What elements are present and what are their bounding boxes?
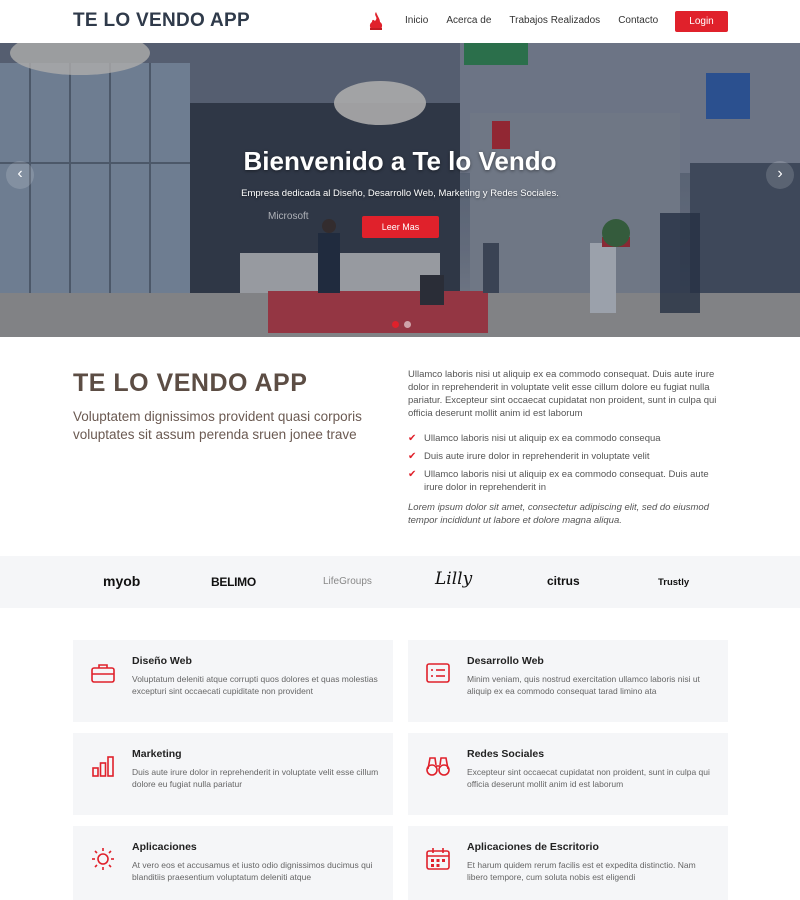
- about-paragraph: Ullamco laboris nisi ut aliquip ex ea co…: [408, 369, 717, 419]
- service-text: Voluptatum deleniti atque corrupti quos …: [132, 674, 378, 696]
- list-item: ✔ Ullamco laboris nisi ut aliquip ex ea c…: [408, 469, 709, 493]
- nav-item-trabajos[interactable]: Trabajos Realizados: [509, 15, 600, 26]
- service-text: Minim veniam, quis nostrud exercitation …: [467, 674, 700, 696]
- client-logo-myob: myob: [103, 573, 141, 589]
- service-text: At vero eos et accusamus et iusto odio d…: [132, 860, 373, 882]
- service-card-aplicaciones[interactable]: Aplicaciones At vero eos et accusamus et…: [73, 826, 393, 900]
- service-title: Aplicaciones: [132, 841, 197, 853]
- bar-chart-icon: [92, 756, 114, 777]
- site-header: TE LO VENDO APP Inicio Acerca de Trabajo…: [0, 0, 800, 43]
- nav-item-acerca[interactable]: Acerca de: [446, 15, 491, 26]
- briefcase-icon: [91, 664, 115, 683]
- service-card-marketing[interactable]: Marketing Duis aute irure dolor in repre…: [73, 733, 393, 815]
- service-text: Et harum quidem rerum facilis est et exp…: [467, 860, 696, 882]
- hero-title: Bienvenido a Te lo Vendo: [243, 146, 557, 176]
- service-text: Duis aute irure dolor in reprehenderit i…: [132, 767, 379, 789]
- client-logo-citrus: citrus: [547, 574, 580, 588]
- client-logo-lilly: Lilly: [435, 569, 473, 589]
- service-title: Marketing: [132, 748, 182, 760]
- about-check-list: ✔ Ullamco laboris nisi ut aliquip ex ea c…: [408, 432, 728, 494]
- about-italic-note: Lorem ipsum dolor sit amet, consectetur …: [408, 502, 709, 526]
- binoculars-icon: [426, 757, 450, 776]
- hero-carousel: Microsoft ‹ › Bienvenido a Te lo Vendo E…: [0, 43, 800, 337]
- hero-subtitle: Empresa dedicada al Diseño, Desarrollo W…: [241, 188, 559, 199]
- list-item: ✔ Duis aute irure dolor in reprehenderit …: [408, 451, 650, 462]
- service-title: Aplicaciones de Escritorio: [467, 841, 599, 853]
- read-more-button[interactable]: Leer Mas: [362, 216, 439, 238]
- carousel-dot-1[interactable]: [392, 321, 399, 328]
- main-nav: Inicio Acerca de Trabajos Realizados Con…: [405, 15, 676, 26]
- about-title: TE LO VENDO APP: [73, 369, 308, 397]
- client-logo-lifegroups: LifeGroups: [323, 576, 372, 587]
- service-title: Redes Sociales: [467, 748, 545, 760]
- service-card-diseno[interactable]: Diseño Web Voluptatum deleniti atque cor…: [73, 640, 393, 722]
- client-logo-belimo: BELIMO: [211, 575, 256, 589]
- nav-item-inicio[interactable]: Inicio: [405, 15, 428, 26]
- service-title: Diseño Web: [132, 655, 192, 667]
- check-icon: ✔: [408, 433, 417, 444]
- flame-logo-icon: [369, 12, 383, 30]
- nav-item-contacto[interactable]: Contacto: [618, 15, 658, 26]
- carousel-dot-2[interactable]: [404, 321, 411, 328]
- service-card-desarrollo[interactable]: Desarrollo Web Minim veniam, quis nostru…: [408, 640, 728, 722]
- service-card-redes[interactable]: Redes Sociales Excepteur sint occaecat c…: [408, 733, 728, 815]
- calendar-icon: [426, 848, 450, 870]
- clients-strip: myob BELIMO LifeGroups Lilly citrus Trus…: [0, 556, 800, 608]
- check-icon: ✔: [408, 469, 417, 480]
- list-item: ✔ Ullamco laboris nisi ut aliquip ex ea c…: [408, 433, 661, 444]
- about-subtitle: Voluptatem dignissimos provident quasi c…: [73, 409, 362, 442]
- client-logo-trustly: Trustly: [658, 577, 690, 588]
- check-icon: ✔: [408, 451, 417, 462]
- login-button[interactable]: Login: [675, 11, 728, 32]
- brand-logo-text[interactable]: TE LO VENDO APP: [73, 10, 250, 32]
- brightness-icon: [92, 848, 114, 870]
- service-title: Desarrollo Web: [467, 655, 544, 667]
- service-card-escritorio[interactable]: Aplicaciones de Escritorio Et harum quid…: [408, 826, 728, 900]
- card-list-icon: [426, 663, 450, 683]
- about-content: Ullamco laboris nisi ut aliquip ex ea co…: [408, 368, 728, 527]
- service-text: Excepteur sint occaecat cupidatat non pr…: [467, 767, 710, 789]
- carousel-indicators: [392, 321, 416, 328]
